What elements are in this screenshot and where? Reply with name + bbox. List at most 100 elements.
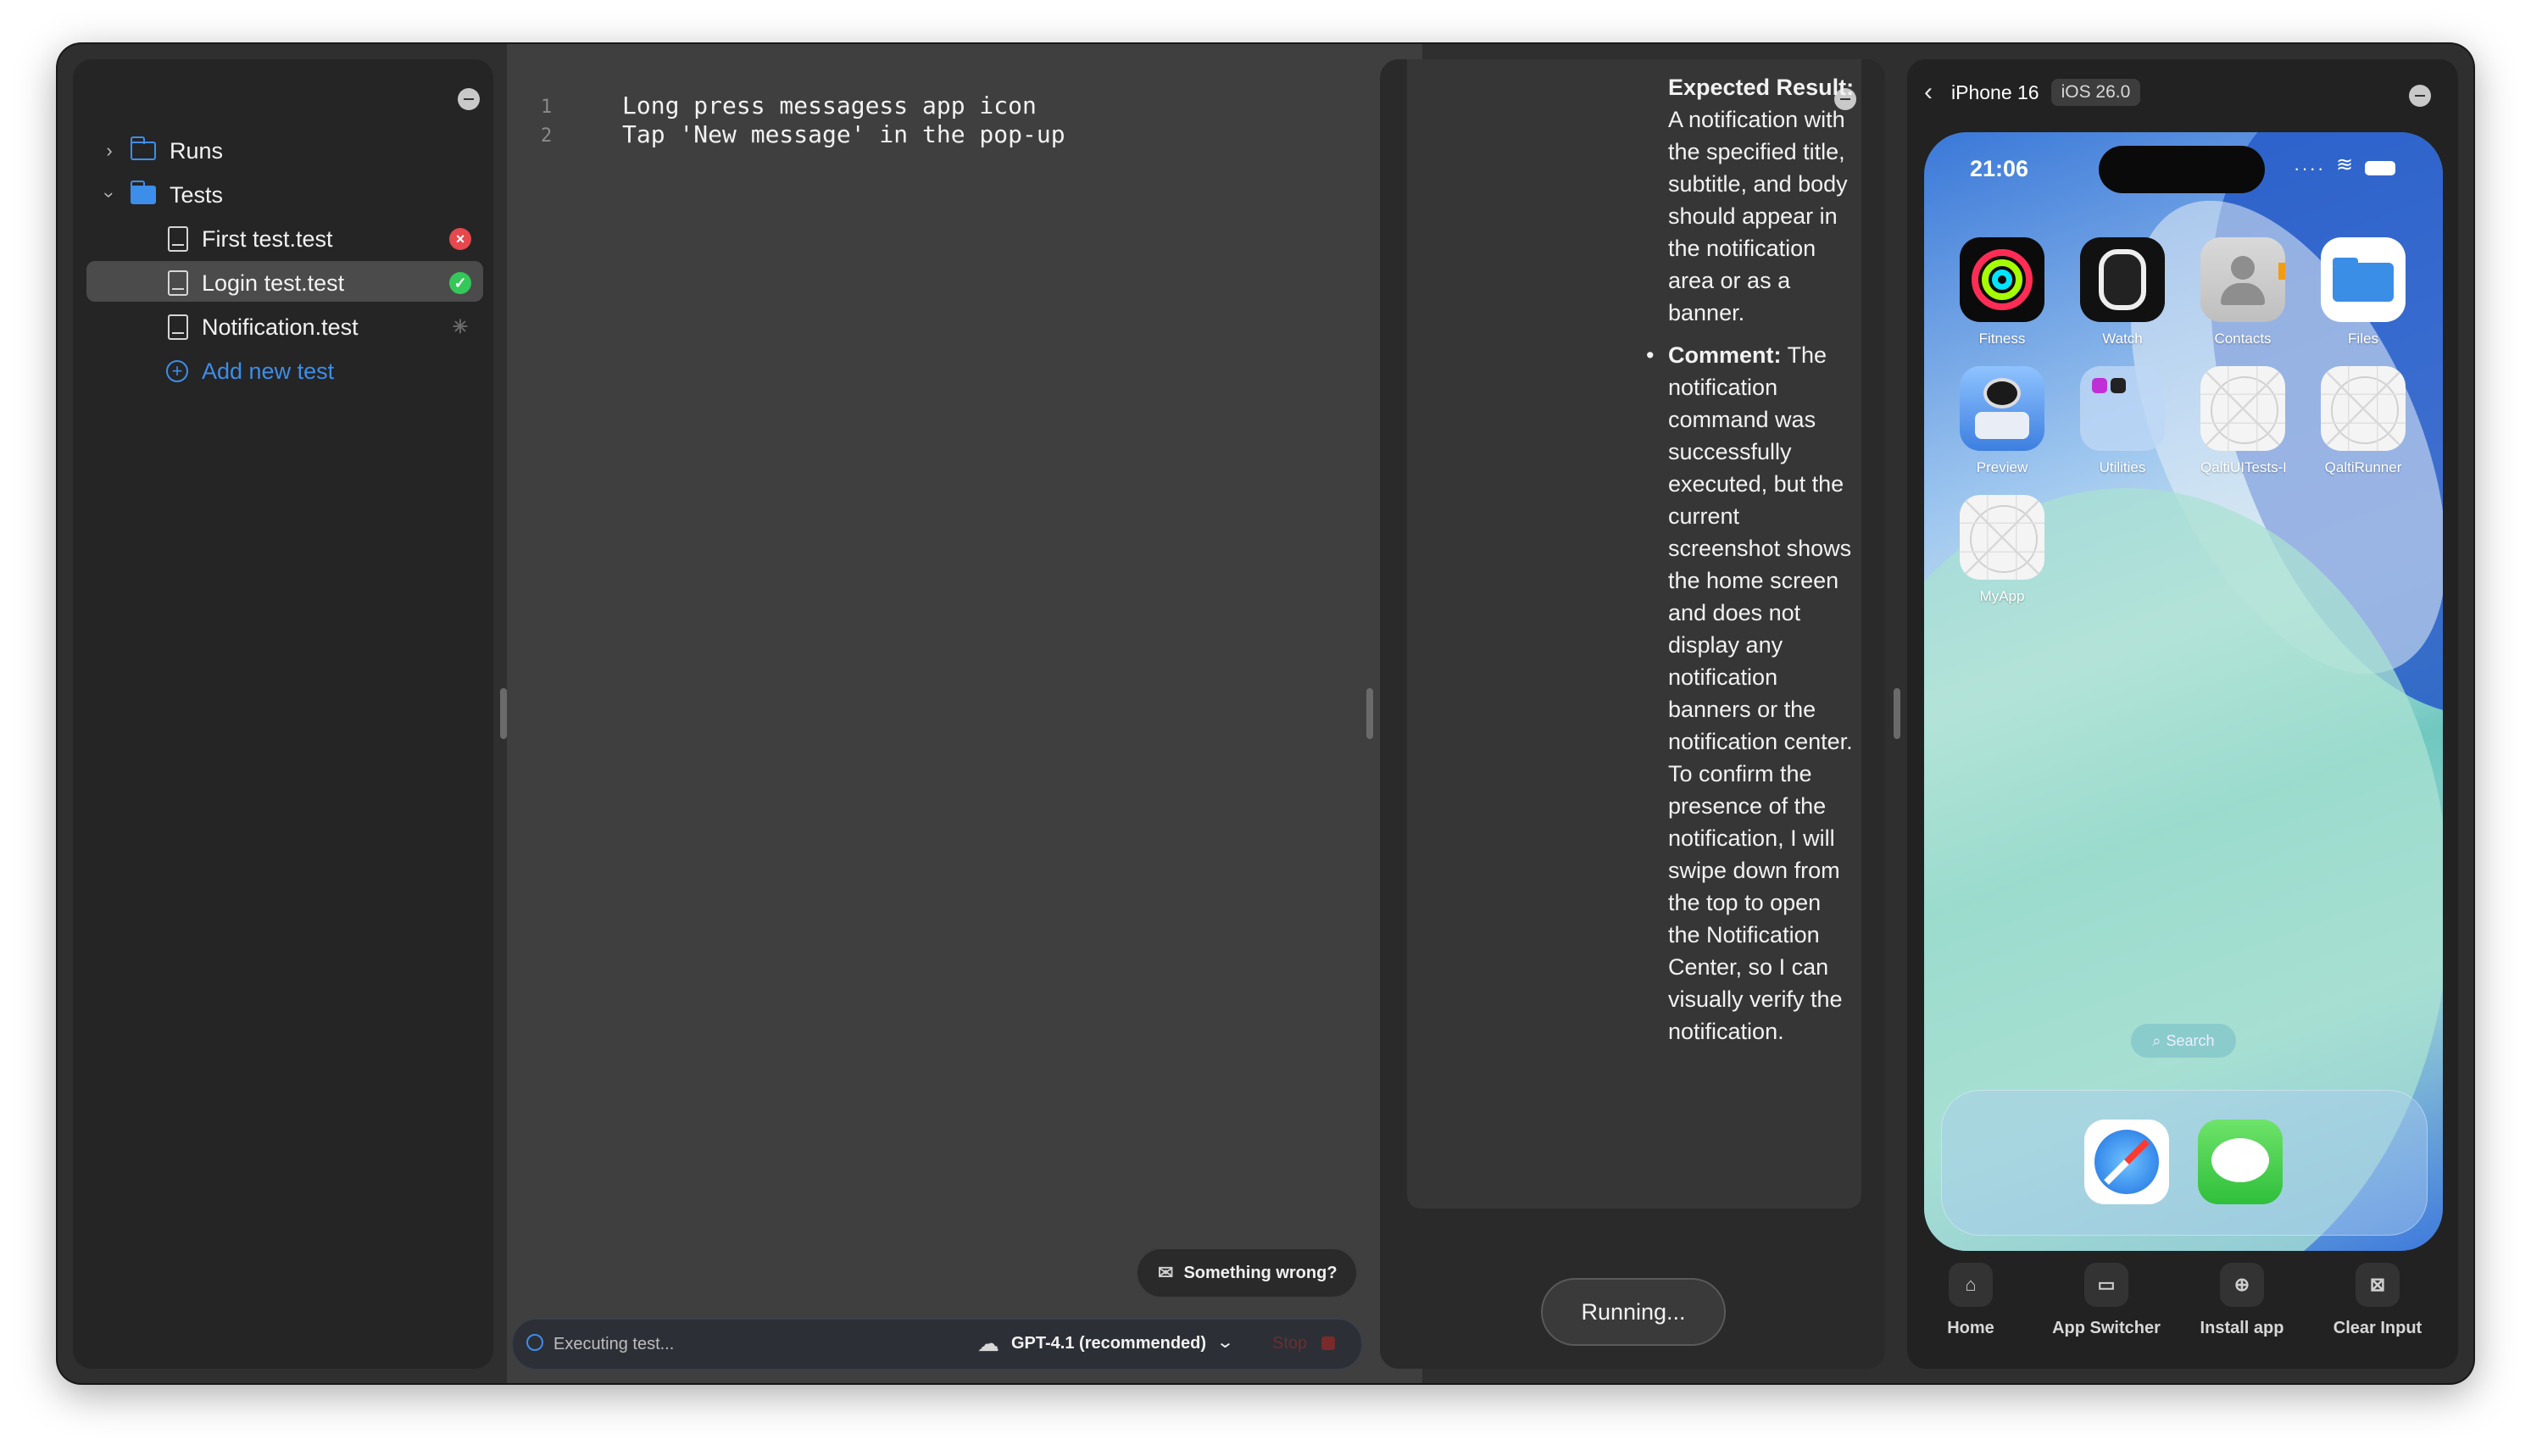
expected-result-paragraph: Expected Result: A notification with the… — [1668, 71, 1855, 329]
placeholder-app-icon — [2200, 366, 2285, 451]
dock — [1941, 1090, 2428, 1236]
model-brain-icon: ☁ — [977, 1331, 999, 1356]
line-number: 1 — [541, 97, 553, 118]
app-fitness[interactable]: Fitness — [1960, 237, 2044, 347]
dynamic-island — [2099, 146, 2265, 193]
utilities-icon — [2080, 366, 2165, 451]
results-panel: Expected Result: A notification with the… — [1380, 59, 1885, 1369]
back-chevron-icon[interactable]: ‹ — [1924, 78, 1933, 107]
app-window: › Runs › Tests First test.test × Login t… — [58, 44, 2473, 1383]
line-number: 2 — [541, 125, 553, 147]
code-line[interactable]: Tap 'New message' in the pop-up — [622, 120, 1065, 148]
chevron-down-icon: › — [99, 192, 120, 198]
comment-title: Comment: — [1668, 342, 1782, 368]
app-watch[interactable]: Watch — [2080, 237, 2165, 347]
home-control[interactable]: ⌂ Home — [1907, 1263, 2034, 1338]
app-myapp[interactable]: MyApp — [1960, 495, 2044, 605]
status-bar-time: 21:06 — [1970, 156, 2029, 181]
test-item-first[interactable]: First test.test — [168, 220, 333, 258]
install-app-icon: ⊕ — [2220, 1263, 2264, 1307]
test-item-login[interactable]: Login test.test — [168, 264, 344, 302]
simulator-screen[interactable]: 21:06 ···· ≋ Fitness Watch Contacts File… — [1924, 132, 2443, 1251]
comment-paragraph: • Comment: The notification command was … — [1646, 339, 1855, 1048]
app-preview[interactable]: Preview — [1960, 366, 2044, 476]
envelope-icon: ✉ — [1158, 1262, 1174, 1283]
folder-icon — [130, 136, 156, 160]
test-item-notification[interactable]: Notification.test — [168, 308, 359, 346]
app-label: QaltiRunner — [2324, 459, 2402, 475]
safari-icon[interactable] — [2084, 1120, 2169, 1204]
spotlight-search-pill[interactable]: ⌕ Search — [2131, 1024, 2236, 1058]
test-file-icon — [168, 270, 188, 296]
test-file-icon — [168, 226, 188, 252]
device-panel: ‹ iPhone 16 iOS 26.0 21:06 ···· ≋ Fitnes… — [1907, 59, 2458, 1369]
test-item-label: Notification.test — [202, 314, 359, 340]
add-new-test-button[interactable]: + Add new test — [166, 353, 334, 390]
test-editor[interactable]: 1 Long press messagess app icon 2 Tap 'N… — [507, 44, 1422, 1383]
device-collapse-button[interactable] — [2409, 85, 2431, 107]
running-button[interactable]: Running... — [1541, 1278, 1726, 1346]
result-text-block: Expected Result: A notification with the… — [1646, 71, 1855, 1048]
expected-result-text: A notification with the specified title,… — [1668, 107, 1848, 325]
app-label: MyApp — [1979, 588, 2025, 604]
home-icon: ⌂ — [1949, 1263, 1993, 1307]
comment-text: The notification command was successfull… — [1668, 342, 1853, 1044]
wifi-icon: ≋ — [2336, 153, 2354, 176]
progress-spinner-icon — [526, 1334, 543, 1351]
bullet-icon: • — [1646, 342, 1655, 368]
tree-folder-tests[interactable]: › Tests — [99, 176, 224, 214]
app-files[interactable]: Files — [2321, 237, 2406, 347]
plus-circle-icon: + — [166, 360, 188, 382]
running-spinner-icon: ✳ — [452, 316, 469, 337]
passed-status-icon: ✓ — [449, 272, 471, 294]
folder-label-runs: Runs — [170, 137, 224, 164]
messages-icon[interactable] — [2198, 1120, 2283, 1204]
chevron-right-icon: › — [106, 140, 113, 161]
files-icon — [2321, 237, 2406, 322]
control-label: Clear Input — [2333, 1319, 2423, 1337]
control-label: Home — [1947, 1319, 1994, 1337]
test-sidebar: › Runs › Tests First test.test × Login t… — [73, 59, 493, 1369]
clear-input-control[interactable]: ⊠ Clear Input — [2314, 1263, 2441, 1338]
fitness-icon — [1960, 237, 2044, 322]
app-label: Watch — [2102, 331, 2143, 347]
clear-input-icon: ⊠ — [2356, 1263, 2400, 1307]
control-label: Install app — [2200, 1319, 2284, 1337]
app-qaltirunner[interactable]: QaltiRunner — [2321, 366, 2406, 476]
device-header: ‹ iPhone 16 iOS 26.0 — [1924, 71, 2141, 114]
sidebar-collapse-button[interactable] — [458, 88, 480, 110]
app-label: Contacts — [2214, 331, 2272, 347]
search-label: Search — [2166, 1031, 2215, 1049]
test-item-label: First test.test — [202, 225, 333, 252]
failed-status-icon: × — [449, 228, 471, 250]
editor-resize-handle[interactable] — [1366, 688, 1373, 739]
chevron-down-icon[interactable]: ⌄ — [1215, 1331, 1234, 1353]
sidebar-resize-handle[interactable] — [500, 688, 507, 739]
expected-result-title: Expected Result: — [1668, 75, 1855, 100]
contacts-icon — [2200, 237, 2285, 322]
os-version-badge: iOS 26.0 — [2050, 79, 2141, 106]
app-qaltiuitests[interactable]: QaltiUITests-Ru... — [2200, 366, 2285, 476]
search-icon: ⌕ — [2152, 1031, 2161, 1049]
tree-folder-runs[interactable]: › Runs — [100, 132, 223, 169]
app-utilities[interactable]: Utilities — [2080, 366, 2165, 476]
app-switcher-control[interactable]: ▭ App Switcher — [2043, 1263, 2170, 1338]
device-resize-handle[interactable] — [1894, 688, 1900, 739]
app-label: Fitness — [1978, 331, 2026, 347]
something-wrong-button[interactable]: ✉ Something wrong? — [1136, 1248, 1358, 1298]
execution-status-bar: Executing test... ☁ GPT-4.1 (recommended… — [511, 1318, 1363, 1370]
something-wrong-label: Something wrong? — [1183, 1263, 1338, 1282]
code-line[interactable]: Long press messagess app icon — [622, 92, 1037, 119]
model-selector[interactable]: GPT-4.1 (recommended) — [1011, 1334, 1206, 1353]
battery-icon — [2365, 161, 2395, 175]
folder-label-tests: Tests — [170, 181, 224, 208]
app-label: QaltiUITests-Ru... — [2200, 459, 2285, 475]
install-app-control[interactable]: ⊕ Install app — [2178, 1263, 2306, 1338]
app-label: Preview — [1976, 459, 2028, 475]
stop-button[interactable]: Stop — [1272, 1334, 1307, 1353]
watch-icon — [2080, 237, 2165, 322]
app-contacts[interactable]: Contacts — [2200, 237, 2285, 347]
signal-icon: ···· — [2294, 158, 2326, 179]
stop-square-icon — [1321, 1337, 1335, 1350]
test-item-label: Login test.test — [202, 270, 345, 296]
